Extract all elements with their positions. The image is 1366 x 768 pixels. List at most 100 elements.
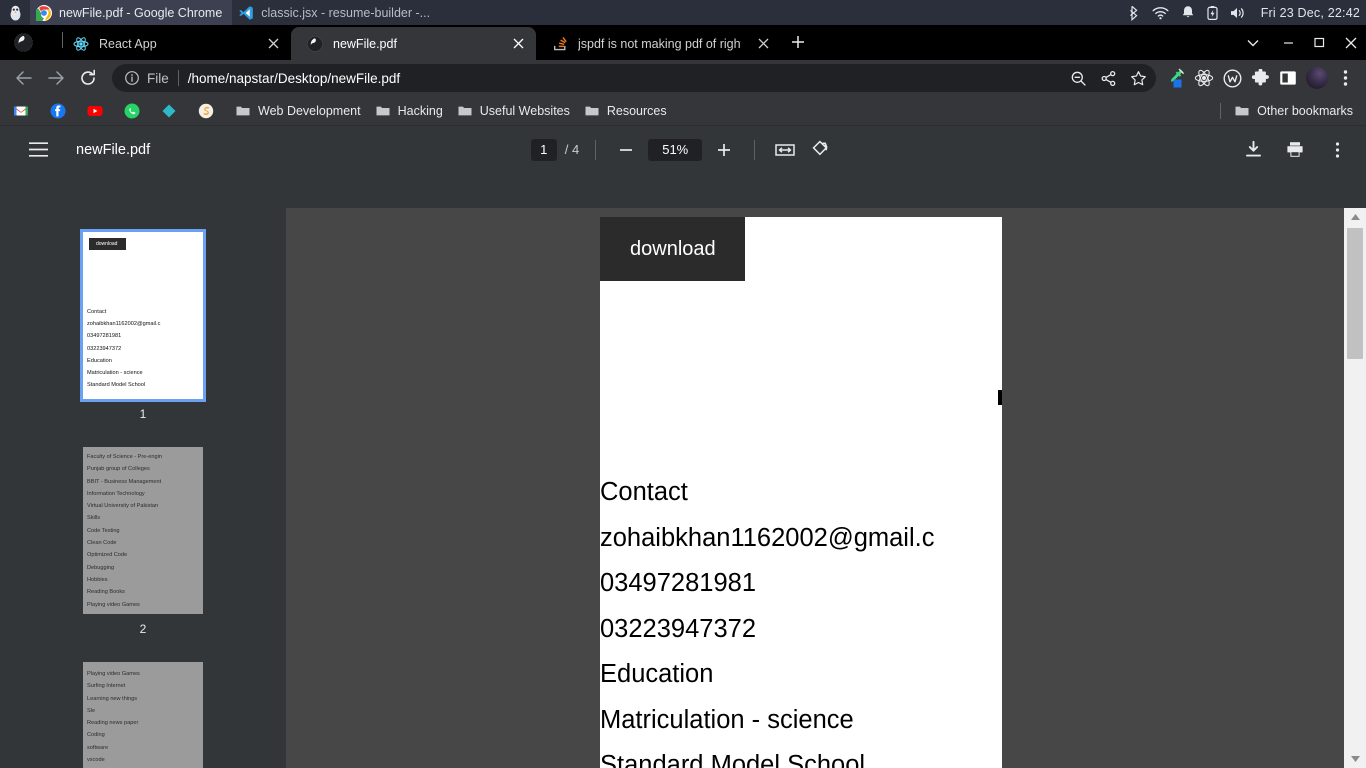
bluetooth-icon[interactable] [1128,5,1140,21]
zoom-in-button[interactable] [710,136,738,164]
pdf-globe-icon [0,25,46,60]
omnibox-divider [177,70,179,86]
thumb-line: Coding [87,732,105,739]
download-icon[interactable] [1238,135,1268,165]
bookmark-star-icon[interactable] [1124,64,1152,92]
pdf-viewer-body: download Contact zohaibkhan1162002@gmail… [0,208,1366,768]
avatar[interactable] [1302,63,1332,93]
window-controls [1233,25,1366,60]
bookmark-folder-hacking[interactable]: Hacking [368,99,450,123]
zoom-level-display[interactable]: 51% [648,138,703,161]
other-bookmarks-button[interactable]: Other bookmarks [1227,99,1360,123]
thumb-line: Standard Model School [87,382,146,389]
tab-title: React App [99,36,157,51]
page-number-input[interactable]: 1 [530,138,557,161]
bookmark-facebook[interactable] [43,99,80,123]
address-bar[interactable]: File /home/napstar/Desktop/newFile.pdf [112,64,1156,92]
info-circle-icon[interactable] [124,70,140,86]
bookmark-label: Resources [606,103,667,118]
thumbnail-item-2[interactable]: Faculty of Science - Pre-engin Punjab gr… [83,447,203,636]
thumb-line: Skills [87,515,101,522]
pdf-download-button[interactable]: download [600,217,745,281]
os-taskbar: newFile.pdf - Google Chrome classic.jsx … [0,0,1366,25]
three-dot-menu-icon[interactable] [1322,135,1352,165]
thumbnail-page-2[interactable]: Faculty of Science - Pre-engin Punjab gr… [83,447,203,614]
main-scroll-thumb[interactable] [1347,228,1363,359]
hamburger-menu-icon[interactable] [18,130,58,170]
tab-close-icon[interactable] [506,32,530,56]
taskbar-task-vscode[interactable]: classic.jsx - resume-builder -... [232,0,440,25]
whatsapp-icon [124,103,140,118]
thumb-line: 03223947372 [87,345,122,352]
bookmarks-divider [1220,103,1222,119]
thumbnail-page-1[interactable]: download Contact zohaibkhan1162002@gmail… [80,229,206,402]
chevron-down-icon[interactable] [1233,25,1273,60]
bookmark-swirl-s[interactable] [191,99,228,123]
scroll-down-arrow-icon[interactable] [1344,750,1366,768]
new-tab-button[interactable] [781,25,815,59]
diamond-icon [162,104,176,117]
swirl-s-icon [198,103,214,118]
volume-icon[interactable] [1230,6,1247,20]
browser-toolbar: File /home/napstar/Desktop/newFile.pdf [0,60,1366,96]
share-icon[interactable] [1094,64,1122,92]
thumb-line: 03497281981 [87,333,122,340]
tab-close-icon[interactable] [751,32,775,56]
thumb-line: Matriculation - science [87,370,143,377]
chrome-window: React App newFile.pdf jspdf is not makin… [0,25,1366,768]
three-dot-menu-icon[interactable] [1332,62,1358,94]
side-panel-icon[interactable] [1274,64,1302,92]
battery-charging-icon[interactable] [1207,5,1218,21]
main-scroll-track[interactable] [1344,226,1366,750]
pdf-page-area[interactable]: download Contact zohaibkhan1162002@gmail… [286,208,1366,768]
thumbnail-item-1[interactable]: download Contact zohaibkhan1162002@gmail… [80,229,206,421]
thumb-line: Surfing Internet [87,683,126,690]
notification-bell-icon[interactable] [1181,5,1195,20]
pdf-text-line: Standard Model School [600,751,866,768]
bookmark-folder-web-development[interactable]: Web Development [228,99,368,123]
tray-clock[interactable]: Fri 23 Dec, 22:42 [1261,6,1360,20]
thumb-line: Reading Books [87,589,125,596]
bookmark-diamond[interactable] [154,99,191,123]
toolbar-divider [595,139,597,160]
close-icon[interactable] [1335,25,1366,60]
eyedropper-icon[interactable] [1162,64,1190,92]
print-icon[interactable] [1280,135,1310,165]
bookmark-gmail[interactable] [6,99,43,123]
fit-to-page-icon[interactable] [771,136,799,164]
browser-tab-react-app[interactable]: React App [46,27,291,60]
url-scheme-label: File [147,70,169,86]
back-arrow-icon[interactable] [8,62,40,94]
pdf-text-line: Education [600,660,714,688]
pdf-globe-icon [307,36,323,51]
system-tray: Fri 23 Dec, 22:42 [1128,0,1360,25]
maximize-icon[interactable] [1304,25,1335,60]
bookmark-whatsapp[interactable] [117,99,154,123]
zoom-out-magnifier-icon[interactable] [1064,64,1092,92]
stackoverflow-icon [554,36,567,50]
folder-icon [1235,106,1249,116]
tab-close-icon[interactable] [261,32,285,56]
bookmark-folder-useful-websites[interactable]: Useful Websites [450,99,577,123]
pdf-page-text: Contact zohaibkhan1162002@gmail.c 034972… [600,470,1002,768]
bookmark-folder-resources[interactable]: Resources [577,99,674,123]
browser-tab-stackoverflow[interactable]: jspdf is not making pdf of rights [536,27,781,60]
wappalyzer-icon[interactable] [1218,64,1246,92]
taskbar-task-chrome[interactable]: newFile.pdf - Google Chrome [30,0,233,25]
thumbnail-text-3: Playing video Games Surfing Internet Lea… [87,668,201,768]
puzzle-piece-icon[interactable] [1246,64,1274,92]
zoom-out-button[interactable] [612,136,640,164]
rotate-icon[interactable] [807,136,835,164]
main-scrollbar[interactable] [1344,208,1366,768]
browser-tab-newfile-pdf[interactable]: newFile.pdf [291,27,536,60]
minimize-icon[interactable] [1273,25,1304,60]
forward-arrow-icon[interactable] [40,62,72,94]
scroll-up-arrow-icon[interactable] [1344,208,1366,226]
react-devtools-icon[interactable] [1190,64,1218,92]
reload-icon[interactable] [72,62,104,94]
tux-logo-icon[interactable] [0,0,30,25]
bookmark-youtube[interactable] [80,99,117,123]
wifi-icon[interactable] [1152,6,1169,20]
thumbnail-item-3[interactable]: Playing video Games Surfing Internet Lea… [83,662,203,768]
thumbnail-page-3[interactable]: Playing video Games Surfing Internet Lea… [83,662,203,768]
